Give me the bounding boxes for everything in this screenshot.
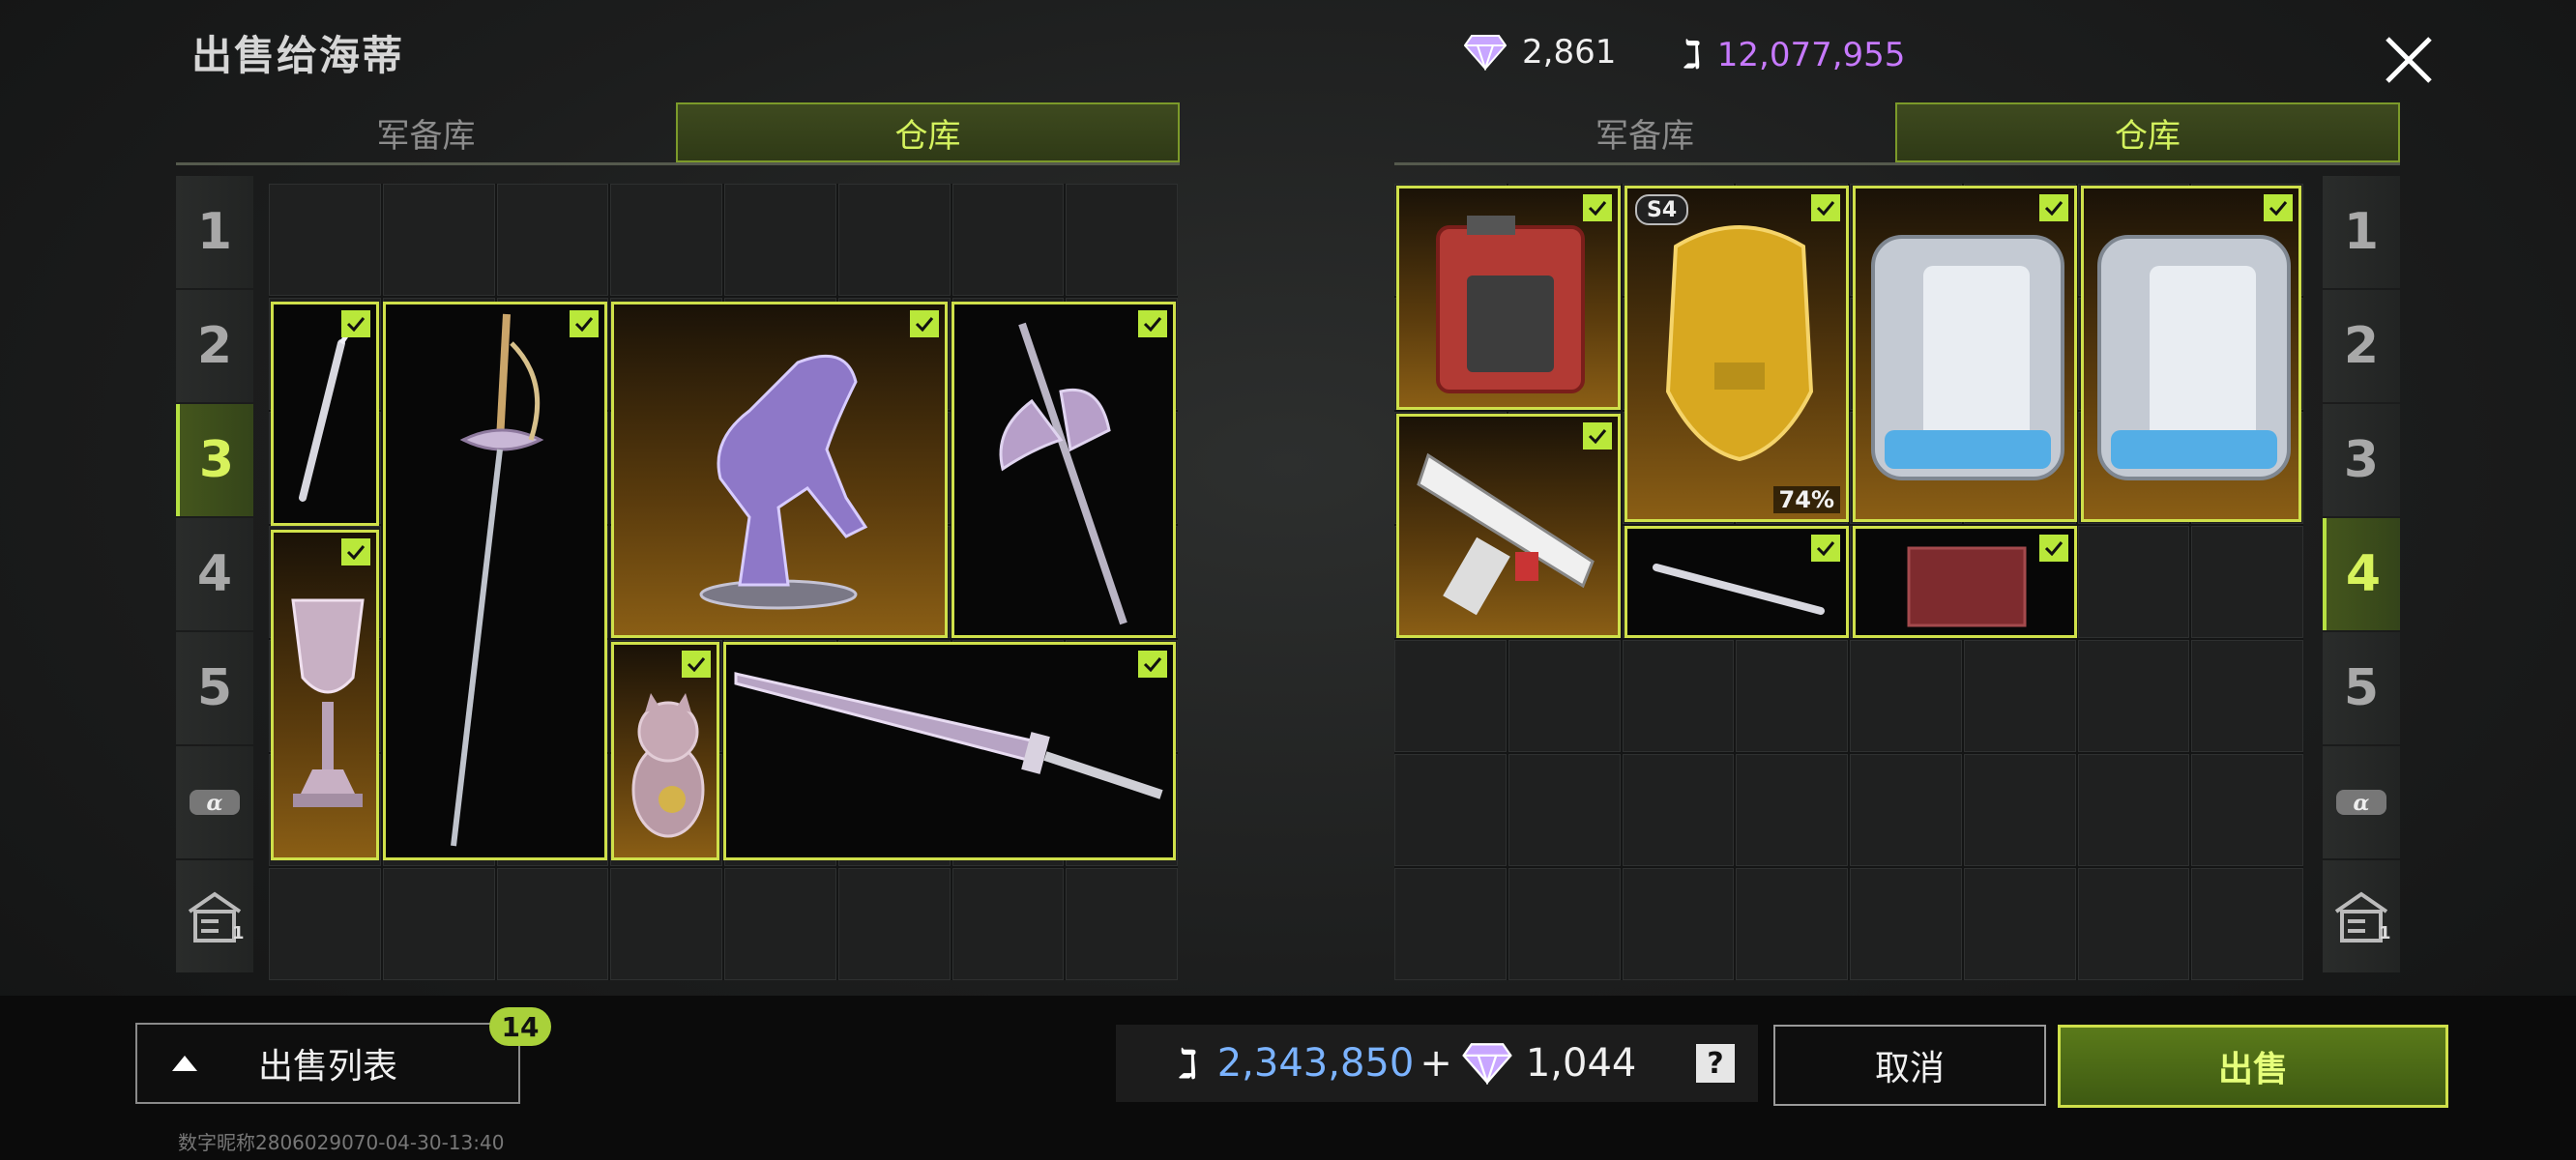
item-rapier[interactable] bbox=[383, 302, 607, 860]
check-icon[interactable] bbox=[910, 310, 939, 337]
scalpel-icon bbox=[299, 327, 354, 502]
halberd-icon bbox=[999, 322, 1127, 625]
check-icon[interactable] bbox=[682, 651, 711, 678]
item-ornate-sword[interactable] bbox=[723, 642, 1176, 860]
sell-count-badge: 14 bbox=[489, 1007, 551, 1046]
item-power-station-2[interactable] bbox=[2081, 186, 2301, 522]
left-page-3[interactable]: 3 bbox=[176, 404, 253, 516]
diamond-icon bbox=[1462, 1043, 1512, 1085]
check-icon[interactable] bbox=[341, 310, 370, 337]
check-icon[interactable] bbox=[1811, 194, 1840, 221]
sword-icon bbox=[734, 672, 1163, 799]
item-crystal-horse[interactable] bbox=[611, 302, 948, 638]
power-station-icon bbox=[2097, 235, 2291, 480]
check-icon[interactable] bbox=[341, 538, 370, 566]
check-icon[interactable] bbox=[2039, 194, 2068, 221]
right-page-3[interactable]: 3 bbox=[2323, 404, 2400, 516]
toy-gun-icon bbox=[1417, 452, 1595, 616]
tab-armory-left[interactable]: 军备库 bbox=[176, 102, 676, 162]
left-tab-bar: 军备库 仓库 bbox=[176, 102, 1180, 165]
warehouse-icon: 1 bbox=[188, 891, 244, 942]
left-page-2[interactable]: 2 bbox=[176, 290, 253, 402]
coin-icon: ℷ bbox=[1178, 1039, 1198, 1088]
diamond-icon bbox=[1464, 35, 1507, 71]
durability-label: 74% bbox=[1772, 486, 1840, 513]
left-storage-tab[interactable]: 1 bbox=[176, 860, 253, 972]
tab-armory-right[interactable]: 军备库 bbox=[1394, 102, 1895, 162]
coin-count: 12,077,955 bbox=[1716, 36, 1906, 74]
tier-badge: S4 bbox=[1635, 194, 1689, 225]
check-icon[interactable] bbox=[2264, 194, 2293, 221]
summary-coins: 2,343,850 bbox=[1216, 1041, 1415, 1086]
trophy-icon bbox=[291, 598, 365, 807]
diamond-count: 2,861 bbox=[1522, 33, 1617, 72]
left-inventory-grid bbox=[269, 184, 1178, 980]
rapier-icon bbox=[451, 313, 544, 847]
right-page-4[interactable]: 4 bbox=[2323, 518, 2400, 630]
right-storage-tab[interactable]: 1 bbox=[2323, 860, 2400, 972]
gold-armor-icon bbox=[1665, 225, 1814, 462]
horse-statue-icon bbox=[699, 354, 868, 610]
coin-balance: ℷ 12,077,955 bbox=[1683, 33, 1905, 77]
power-station-icon bbox=[1871, 235, 2064, 480]
item-scalpel-small[interactable] bbox=[1625, 526, 1849, 638]
svg-text:α: α bbox=[2354, 791, 2370, 816]
coin-icon: ℷ bbox=[1683, 33, 1702, 77]
help-button[interactable]: ? bbox=[1696, 1044, 1735, 1083]
close-icon bbox=[2386, 37, 2432, 83]
diamond-balance: 2,861 bbox=[1464, 33, 1616, 72]
left-page-selector: 1 2 3 4 5 α 1 bbox=[176, 176, 253, 972]
page-title: 出售给海蒂 bbox=[191, 32, 405, 79]
check-icon[interactable] bbox=[1138, 651, 1167, 678]
alpha-icon: α bbox=[190, 790, 240, 816]
right-page-2[interactable]: 2 bbox=[2323, 290, 2400, 402]
right-page-selector: 1 2 3 4 5 α 1 bbox=[2323, 176, 2400, 972]
tab-warehouse-left[interactable]: 仓库 bbox=[676, 102, 1180, 162]
check-icon[interactable] bbox=[1583, 194, 1612, 221]
cancel-button[interactable]: 取消 bbox=[1773, 1025, 2046, 1106]
tab-warehouse-right[interactable]: 仓库 bbox=[1895, 102, 2400, 162]
svg-text:1: 1 bbox=[2379, 923, 2390, 942]
item-toy-gun[interactable] bbox=[1396, 414, 1621, 638]
left-page-4[interactable]: 4 bbox=[176, 518, 253, 630]
item-scalpel[interactable] bbox=[271, 302, 379, 526]
item-halberd[interactable] bbox=[951, 302, 1176, 638]
sell-list-button[interactable]: 出售列表 14 bbox=[135, 1007, 551, 1104]
item-fuel-can[interactable] bbox=[1396, 186, 1621, 410]
close-button[interactable] bbox=[2365, 21, 2452, 99]
svg-text:α: α bbox=[207, 791, 223, 816]
left-alpha-tab[interactable]: α bbox=[176, 746, 253, 858]
item-trophy-cup[interactable] bbox=[271, 530, 379, 860]
check-icon[interactable] bbox=[570, 310, 599, 337]
check-icon[interactable] bbox=[1138, 310, 1167, 337]
item-red-box[interactable] bbox=[1853, 526, 2077, 638]
fuel-can-icon bbox=[1436, 216, 1585, 393]
alpha-icon: α bbox=[2336, 790, 2386, 816]
svg-text:1: 1 bbox=[232, 923, 244, 942]
footer-id-text: 数字昵称2806029070-04-30-13:40 bbox=[178, 1131, 505, 1154]
right-tab-bar: 军备库 仓库 bbox=[1394, 102, 2400, 165]
item-gold-armor[interactable]: S4 74% bbox=[1625, 186, 1849, 522]
check-icon[interactable] bbox=[1583, 422, 1612, 450]
item-power-station-1[interactable] bbox=[1853, 186, 2077, 522]
right-inventory-grid: S4 74% bbox=[1394, 184, 2303, 980]
summary-diamonds: 1,044 bbox=[1525, 1041, 1637, 1086]
sell-list-label: 出售列表 bbox=[257, 1047, 397, 1087]
chevron-up-icon bbox=[172, 1056, 197, 1071]
right-page-1[interactable]: 1 bbox=[2323, 176, 2400, 288]
right-page-5[interactable]: 5 bbox=[2323, 632, 2400, 744]
check-icon[interactable] bbox=[1811, 535, 1840, 562]
check-icon[interactable] bbox=[2039, 535, 2068, 562]
left-page-5[interactable]: 5 bbox=[176, 632, 253, 744]
warehouse-icon: 1 bbox=[2334, 891, 2390, 942]
item-lucky-cat[interactable] bbox=[611, 642, 719, 860]
summary-plus: + bbox=[1420, 1041, 1452, 1086]
sale-summary: ℷ 2,343,850 + 1,044 ? bbox=[1116, 1025, 1758, 1102]
right-alpha-tab[interactable]: α bbox=[2323, 746, 2400, 858]
sell-button[interactable]: 出售 bbox=[2058, 1025, 2448, 1108]
left-page-1[interactable]: 1 bbox=[176, 176, 253, 288]
